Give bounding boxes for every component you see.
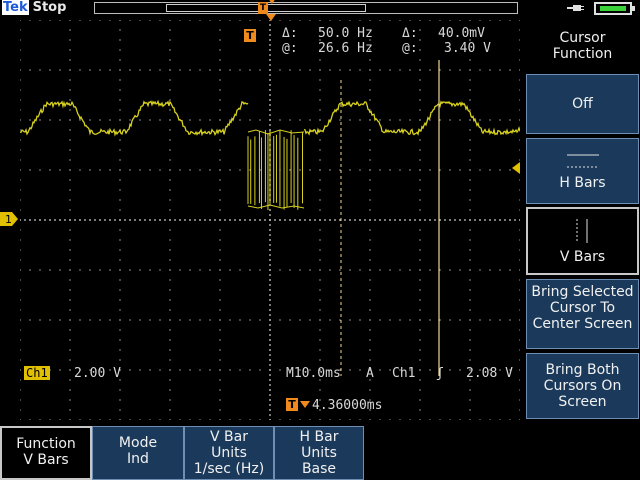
trigger-position-badge: T <box>286 398 298 411</box>
record-trigger-marker: T <box>258 2 268 14</box>
v-delta-value: 50.0 Hz <box>318 26 373 41</box>
ch1-burst-segment <box>247 129 305 210</box>
ch1-waveform-continued <box>303 100 520 136</box>
ch1-scale: 2.00 V <box>74 366 121 381</box>
timebase: M10.0ms <box>286 366 341 381</box>
trigger-position-arrow-right-icon <box>300 401 310 408</box>
h-at-symbol: @: <box>402 41 418 56</box>
brand-run-state: Tek Stop <box>2 0 66 16</box>
side-menu-title: Cursor Function <box>526 24 639 74</box>
center-selected-cursor-button[interactable]: Bring Selected Cursor To Center Screen <box>526 279 639 349</box>
v-delta-symbol: Δ: <box>282 26 298 41</box>
h-delta-value: 40.0mV <box>438 26 485 41</box>
bring-both-cursors-button[interactable]: Bring Both Cursors On Screen <box>526 353 639 419</box>
trigger-position-arrow-icon <box>266 14 276 21</box>
v-bar-units-button[interactable]: V Bar Units 1/sec (Hz) <box>184 426 274 480</box>
cursor-readout-badge: T <box>244 29 256 42</box>
trigger-source: Ch1 <box>392 366 416 381</box>
record-trigger-arrow-icon <box>268 0 276 4</box>
ch1-label[interactable]: Ch1 <box>24 366 50 380</box>
brand-logo: Tek <box>2 0 29 15</box>
trigger-position: 4.36000ms <box>312 398 383 413</box>
h-bars-icon <box>566 154 599 168</box>
trigger-slope-icon: ʃ <box>436 366 444 381</box>
v-bars-button[interactable]: V Bars <box>526 207 639 275</box>
mode-button[interactable]: Mode Ind <box>92 426 184 480</box>
function-button[interactable]: Function V Bars <box>0 426 92 480</box>
ch1-waveform <box>20 99 249 137</box>
v-at-symbol: @: <box>282 41 298 56</box>
h-at-value: 3.40 V <box>444 41 491 56</box>
ch1-marker-label: 1 <box>5 213 12 226</box>
battery-icon <box>594 2 635 15</box>
trigger-mode: A <box>366 366 374 381</box>
graticule <box>20 20 520 420</box>
plug-icon <box>567 5 584 11</box>
grid-dots <box>20 20 520 420</box>
v-at-value: 26.6 Hz <box>318 41 373 56</box>
h-bar-units-button[interactable]: H Bar Units Base <box>274 426 364 480</box>
run-state: Stop <box>32 0 67 15</box>
v-bars-icon <box>576 219 587 243</box>
ch1-ground-marker[interactable]: 1 <box>0 212 18 226</box>
h-bars-button[interactable]: H Bars <box>526 138 639 204</box>
trigger-level: 2.08 V <box>466 366 513 381</box>
cursor-off-button[interactable]: Off <box>526 74 639 134</box>
h-delta-symbol: Δ: <box>402 26 418 41</box>
trigger-level-marker-icon[interactable] <box>512 162 520 174</box>
